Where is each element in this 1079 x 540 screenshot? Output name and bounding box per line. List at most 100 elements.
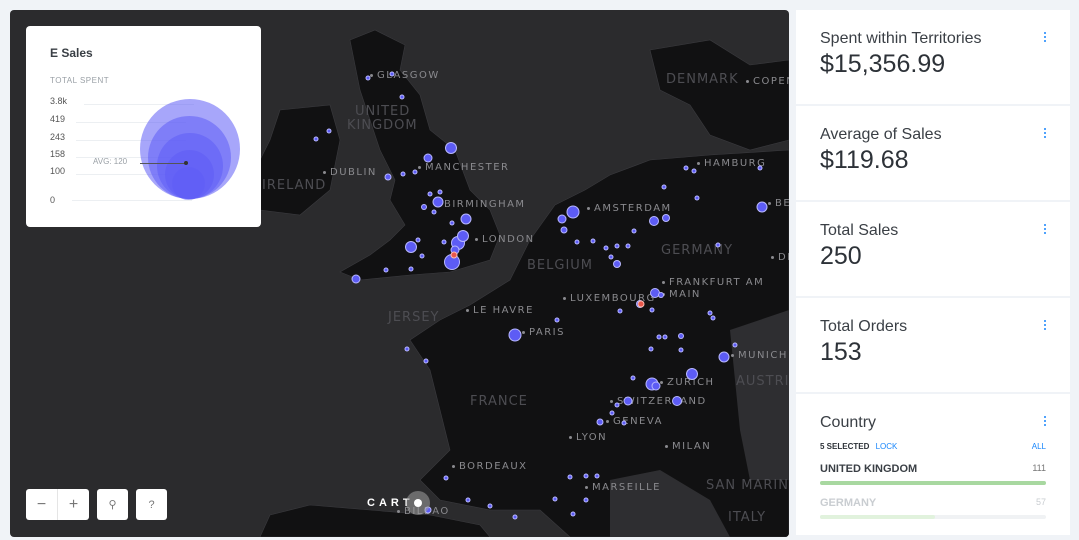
sales-point[interactable] bbox=[432, 196, 444, 208]
category-row[interactable]: GERMANY 57 bbox=[820, 497, 1046, 519]
sales-point[interactable] bbox=[412, 169, 418, 175]
sales-point[interactable] bbox=[617, 308, 623, 314]
sales-point[interactable] bbox=[672, 396, 682, 406]
lock-link[interactable]: LOCK bbox=[876, 442, 898, 451]
sales-point[interactable] bbox=[449, 220, 455, 226]
sales-point[interactable] bbox=[443, 475, 449, 481]
map[interactable]: UNITED KINGDOM IRELAND DENMARK BELGIUM GERMAN… bbox=[10, 10, 789, 537]
sales-point[interactable] bbox=[421, 204, 427, 210]
category-row[interactable]: UNITED KINGDOM 111 bbox=[820, 463, 1046, 485]
sales-point[interactable] bbox=[678, 333, 684, 339]
sales-point[interactable] bbox=[732, 342, 738, 348]
sales-point[interactable] bbox=[445, 142, 457, 154]
sales-point[interactable] bbox=[648, 346, 654, 352]
zoom-out-button[interactable]: − bbox=[26, 489, 58, 520]
sales-point[interactable] bbox=[686, 368, 698, 380]
sales-point[interactable] bbox=[574, 239, 580, 245]
sales-point[interactable] bbox=[583, 497, 589, 503]
sales-point[interactable] bbox=[594, 473, 600, 479]
sales-point[interactable] bbox=[399, 94, 405, 100]
sales-point[interactable] bbox=[608, 254, 614, 260]
sales-point[interactable] bbox=[583, 473, 589, 479]
more-options-icon[interactable] bbox=[1044, 320, 1048, 332]
sales-point[interactable] bbox=[756, 201, 768, 213]
sales-point[interactable] bbox=[590, 238, 596, 244]
sales-point[interactable] bbox=[460, 213, 472, 225]
sales-point[interactable] bbox=[457, 230, 469, 242]
sales-point[interactable] bbox=[441, 239, 447, 245]
sales-point[interactable] bbox=[630, 375, 636, 381]
sales-point[interactable] bbox=[431, 209, 437, 215]
help-button[interactable]: ? bbox=[136, 489, 167, 520]
sales-point[interactable] bbox=[691, 168, 697, 174]
legend-tick: 3.8k bbox=[50, 96, 68, 106]
sales-point[interactable] bbox=[427, 191, 433, 197]
sales-point[interactable] bbox=[557, 214, 567, 224]
sales-point[interactable] bbox=[649, 307, 655, 313]
sales-point[interactable] bbox=[554, 317, 560, 323]
sales-point[interactable] bbox=[313, 136, 319, 142]
sales-point[interactable] bbox=[404, 346, 410, 352]
sales-point[interactable] bbox=[552, 496, 558, 502]
sales-point[interactable] bbox=[662, 334, 668, 340]
sales-point[interactable] bbox=[715, 242, 721, 248]
sales-point[interactable] bbox=[405, 241, 417, 253]
country-label: ITALY bbox=[728, 510, 767, 525]
sales-point[interactable] bbox=[603, 245, 609, 251]
sales-point[interactable] bbox=[423, 153, 433, 163]
sales-point[interactable] bbox=[694, 195, 700, 201]
sales-point[interactable] bbox=[384, 173, 392, 181]
sales-point[interactable] bbox=[631, 228, 637, 234]
sales-point[interactable] bbox=[658, 292, 664, 298]
search-button[interactable]: ⚲ bbox=[97, 489, 128, 520]
sales-point[interactable] bbox=[757, 165, 763, 171]
select-all-link[interactable]: ALL bbox=[1032, 442, 1046, 451]
sales-point[interactable] bbox=[570, 511, 576, 517]
sales-point[interactable] bbox=[596, 418, 604, 426]
sales-point[interactable] bbox=[613, 260, 621, 268]
highlighted-sales-point[interactable] bbox=[450, 251, 458, 259]
sales-point[interactable] bbox=[408, 266, 414, 272]
sales-point[interactable] bbox=[651, 381, 661, 391]
sales-point[interactable] bbox=[718, 351, 730, 363]
sales-point[interactable] bbox=[683, 165, 689, 171]
more-options-icon[interactable] bbox=[1044, 128, 1048, 140]
sales-point[interactable] bbox=[614, 243, 620, 249]
country-label: JERSEY bbox=[388, 310, 440, 325]
sales-point[interactable] bbox=[419, 253, 425, 259]
sales-point[interactable] bbox=[567, 474, 573, 480]
legend-subtitle: TOTAL SPENT bbox=[50, 76, 110, 85]
sales-point[interactable] bbox=[423, 358, 429, 364]
sales-point[interactable] bbox=[508, 328, 522, 342]
sales-point[interactable] bbox=[609, 410, 615, 416]
sales-point[interactable] bbox=[487, 503, 493, 509]
sales-point[interactable] bbox=[661, 184, 667, 190]
sales-point[interactable] bbox=[415, 237, 421, 243]
sales-point[interactable] bbox=[326, 128, 332, 134]
zoom-in-button[interactable]: + bbox=[58, 489, 89, 520]
sales-point[interactable] bbox=[560, 226, 568, 234]
sales-point[interactable] bbox=[656, 334, 662, 340]
more-options-icon[interactable] bbox=[1044, 224, 1048, 236]
sales-point[interactable] bbox=[566, 205, 580, 219]
sales-point[interactable] bbox=[614, 402, 620, 408]
sales-point[interactable] bbox=[465, 497, 471, 503]
sales-point[interactable] bbox=[623, 396, 633, 406]
more-options-icon[interactable] bbox=[1044, 32, 1048, 44]
sales-point[interactable] bbox=[710, 315, 716, 321]
sales-point[interactable] bbox=[678, 347, 684, 353]
sales-point[interactable] bbox=[389, 71, 395, 77]
sales-point[interactable] bbox=[351, 274, 361, 284]
highlighted-sales-point[interactable] bbox=[637, 300, 645, 308]
more-options-icon[interactable] bbox=[1044, 416, 1048, 428]
sales-point[interactable] bbox=[662, 214, 670, 222]
sales-point[interactable] bbox=[649, 216, 659, 226]
sales-point[interactable] bbox=[437, 189, 443, 195]
legend-tick: 0 bbox=[50, 195, 56, 205]
sales-point[interactable] bbox=[512, 514, 518, 520]
sales-point[interactable] bbox=[625, 243, 631, 249]
sales-point[interactable] bbox=[365, 75, 371, 81]
sales-point[interactable] bbox=[383, 267, 389, 273]
sales-point[interactable] bbox=[621, 420, 627, 426]
sales-point[interactable] bbox=[400, 171, 406, 177]
